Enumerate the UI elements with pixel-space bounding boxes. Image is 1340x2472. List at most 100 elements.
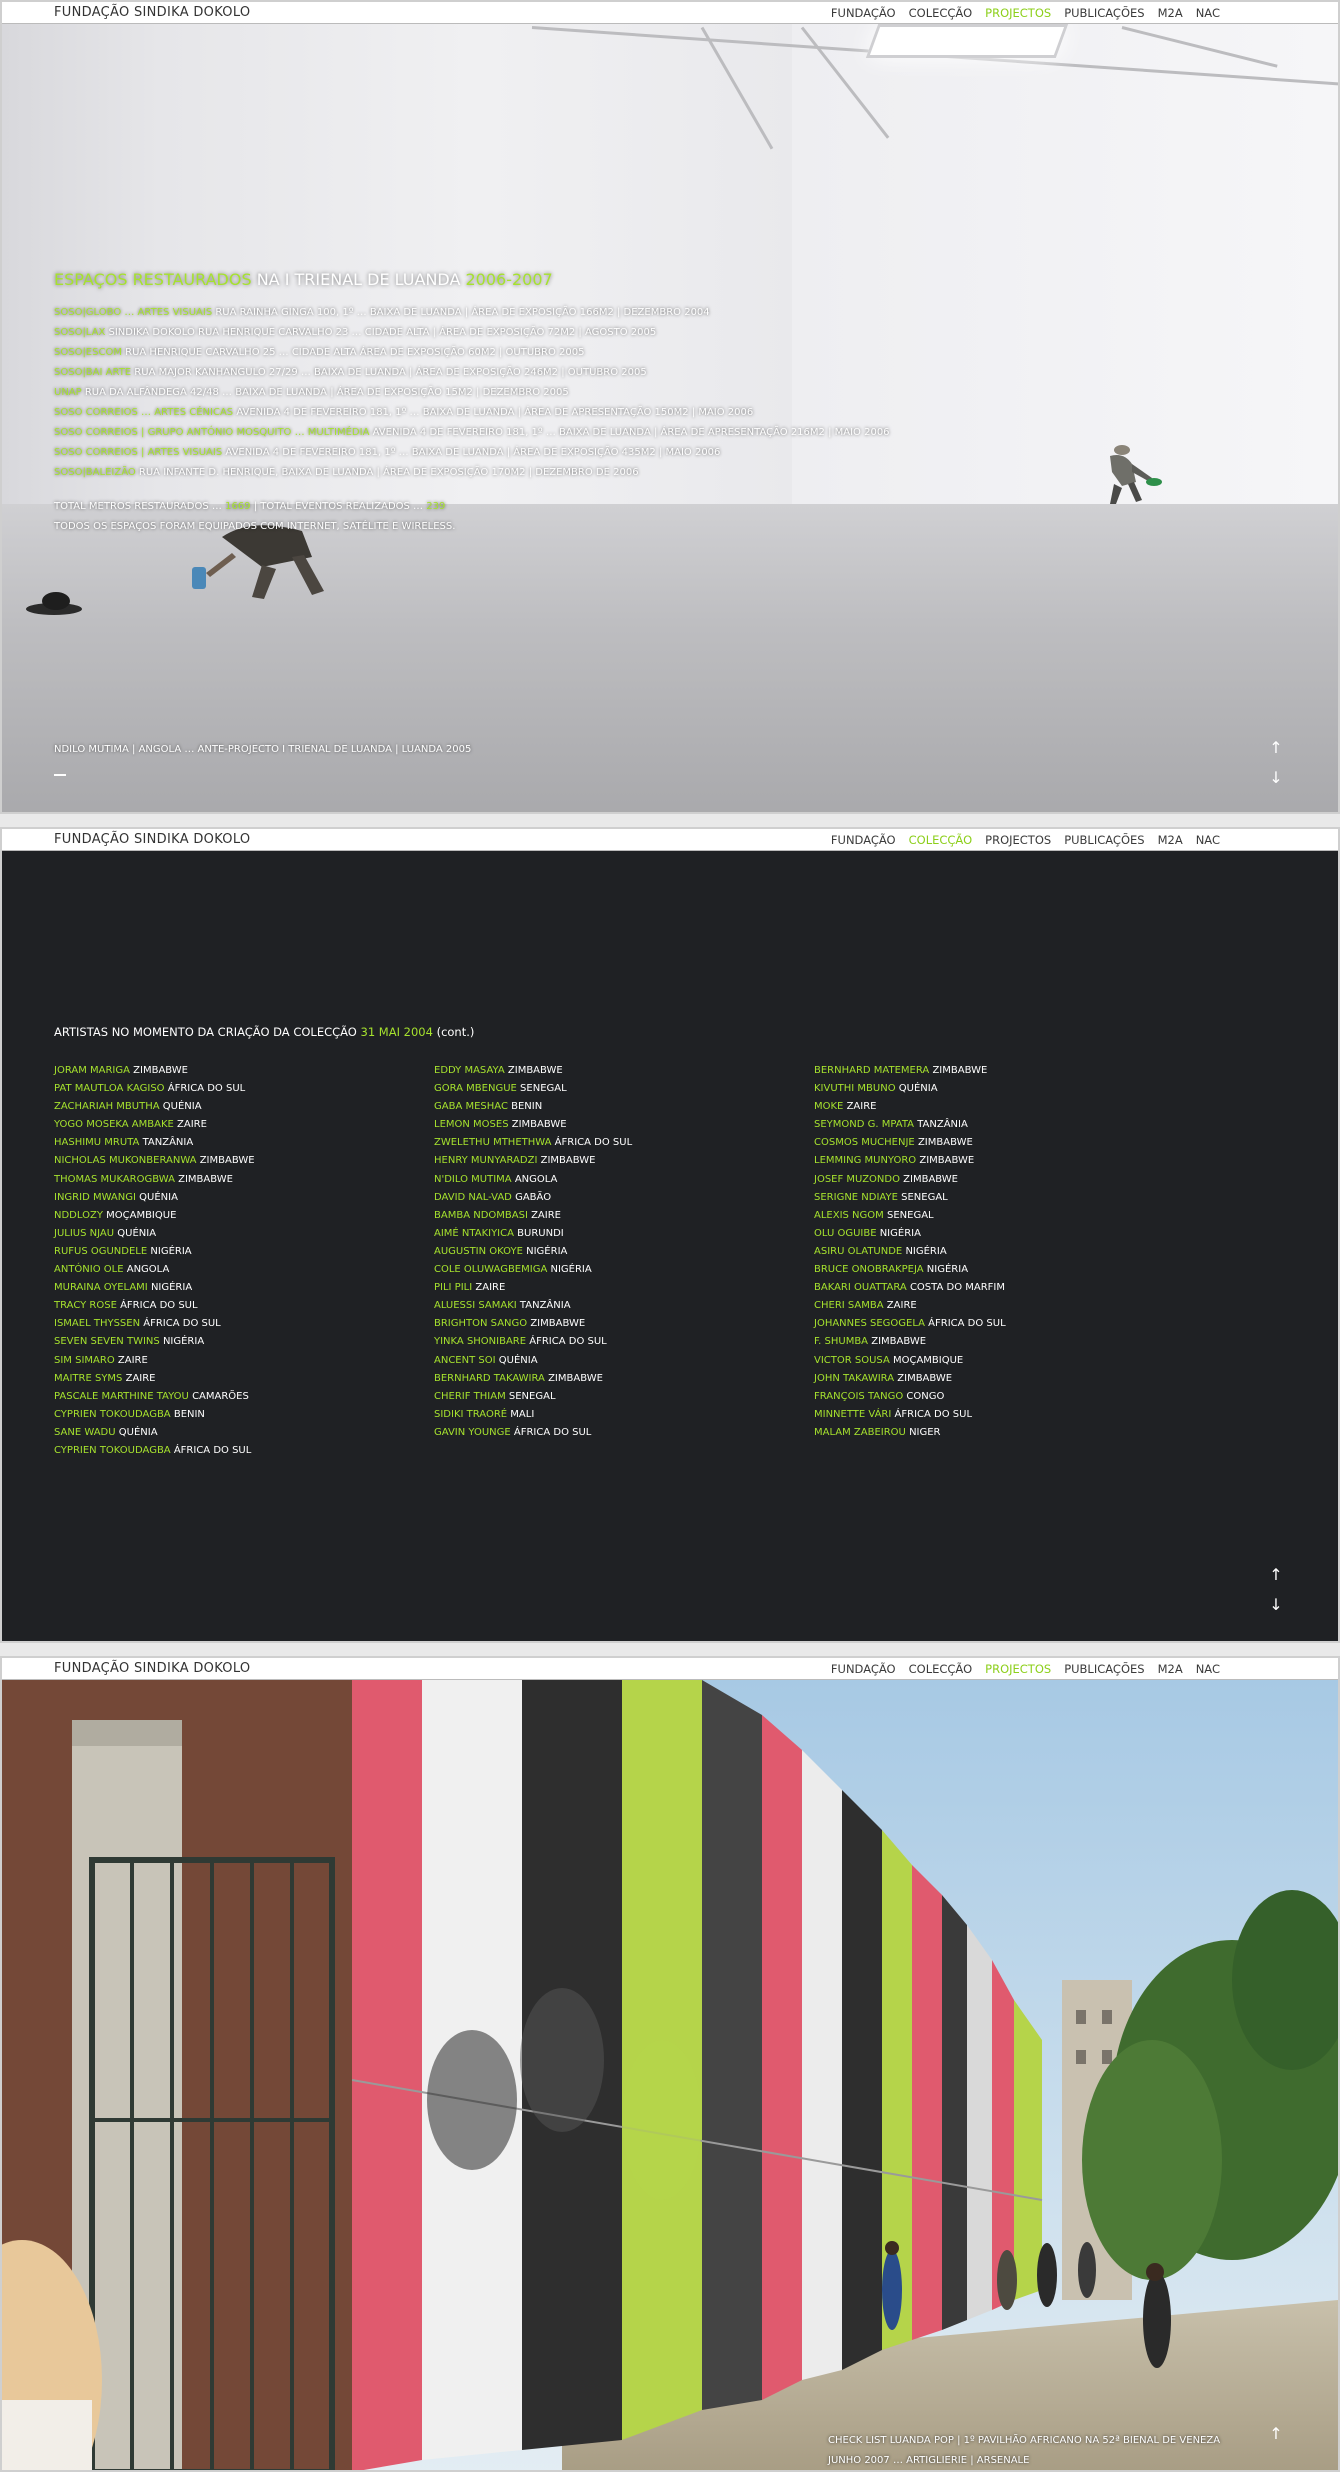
artist-name[interactable]: JULIUS NJAU — [54, 1228, 114, 1239]
nav-item-projectos[interactable]: PROJECTOS — [985, 833, 1051, 847]
space-name[interactable]: SOSO|ESCOM — [54, 347, 122, 358]
artist-name[interactable]: N'DILO MUTIMA — [434, 1174, 512, 1185]
artist-name[interactable]: JORAM MARIGA — [54, 1065, 130, 1076]
artist-name[interactable]: BRUCE ONOBRAKPEJA — [814, 1264, 924, 1275]
artist-name[interactable]: AIMÉ NTAKIYICA — [434, 1228, 514, 1239]
artist-name[interactable]: MURAINA OYELAMI — [54, 1282, 148, 1293]
nav-item-coleccao[interactable]: COLECÇÃO — [909, 833, 973, 847]
space-name[interactable]: SOSO|BAI ARTE — [54, 367, 131, 378]
space-name[interactable]: SOSO|BALEIZÃO — [54, 467, 136, 478]
nav-item-fundacao[interactable]: FUNDAÇÃO — [831, 1662, 896, 1676]
artist-name[interactable]: CYPRIEN TOKOUDAGBA — [54, 1445, 171, 1456]
arrow-up-icon[interactable]: ↑ — [1266, 2424, 1286, 2444]
nav-item-nac[interactable]: NAC — [1196, 1662, 1220, 1676]
artist-name[interactable]: HASHIMU MRUTA — [54, 1137, 139, 1148]
artist-name[interactable]: GABA MESHAC — [434, 1101, 508, 1112]
space-name[interactable]: SOSO|GLOBO … ARTES VISUAIS — [54, 307, 212, 318]
nav-item-coleccao[interactable]: COLECÇÃO — [909, 6, 973, 20]
artist-name[interactable]: MOKE — [814, 1101, 843, 1112]
artist-name[interactable]: MINNETTE VÁRI — [814, 1409, 891, 1420]
artist-name[interactable]: BERNHARD MATEMERA — [814, 1065, 929, 1076]
artist-name[interactable]: SIDIKI TRAORÉ — [434, 1409, 507, 1420]
artist-name[interactable]: CHERI SAMBA — [814, 1300, 884, 1311]
nav-item-fundacao[interactable]: FUNDAÇÃO — [831, 6, 896, 20]
artist-name[interactable]: GORA MBENGUE — [434, 1083, 517, 1094]
artist-name[interactable]: TRACY ROSE — [54, 1300, 117, 1311]
brand-logo[interactable]: FUNDAÇÃO SINDIKA DOKOLO — [54, 832, 250, 847]
nav-item-nac[interactable]: NAC — [1196, 833, 1220, 847]
space-name[interactable]: UNAP — [54, 387, 82, 398]
artist-name[interactable]: ISMAEL THYSSEN — [54, 1318, 140, 1329]
slide-indicator[interactable] — [54, 774, 66, 776]
nav-item-publicacoes[interactable]: PUBLICAÇÕES — [1064, 1662, 1144, 1676]
artist-name[interactable]: MALAM ZABEIROU — [814, 1427, 906, 1438]
nav-item-projectos[interactable]: PROJECTOS — [985, 6, 1051, 20]
artist-name[interactable]: ZWELETHU MTHETHWA — [434, 1137, 551, 1148]
artist-name[interactable]: BRIGHTON SANGO — [434, 1318, 527, 1329]
artist-name[interactable]: ZACHARIAH MBUTHA — [54, 1101, 160, 1112]
artist-name[interactable]: CYPRIEN TOKOUDAGBA — [54, 1409, 171, 1420]
artist-name[interactable]: INGRID MWANGI — [54, 1192, 136, 1203]
nav-item-fundacao[interactable]: FUNDAÇÃO — [831, 833, 896, 847]
artist-name[interactable]: SERIGNE NDIAYE — [814, 1192, 898, 1203]
artist-name[interactable]: OLU OGUIBE — [814, 1228, 877, 1239]
arrow-up-icon[interactable]: ↑ — [1266, 738, 1286, 758]
artist-name[interactable]: SEVEN SEVEN TWINS — [54, 1336, 160, 1347]
space-name[interactable]: SOSO CORREIOS | GRUPO ANTÓNIO MOSQUITO …… — [54, 427, 369, 438]
artist-name[interactable]: GAVIN YOUNGE — [434, 1427, 511, 1438]
artist-name[interactable]: NDDLOZY — [54, 1210, 103, 1221]
brand-logo[interactable]: FUNDAÇÃO SINDIKA DOKOLO — [54, 5, 250, 20]
arrow-up-icon[interactable]: ↑ — [1266, 1565, 1286, 1585]
nav-item-coleccao[interactable]: COLECÇÃO — [909, 1662, 973, 1676]
artist-name[interactable]: NICHOLAS MUKONBERANWA — [54, 1155, 197, 1166]
nav-item-nac[interactable]: NAC — [1196, 6, 1220, 20]
space-name[interactable]: SOSO CORREIOS … ARTES CÉNICAS — [54, 407, 233, 418]
artist-name[interactable]: SIM SIMARO — [54, 1355, 115, 1366]
artist-name[interactable]: MAITRE SYMS — [54, 1373, 122, 1384]
artist-name[interactable]: ALUESSI SAMAKI — [434, 1300, 517, 1311]
artist-name[interactable]: JOHN TAKAWIRA — [814, 1373, 894, 1384]
artist-name[interactable]: DAVID NAL-VAD — [434, 1192, 512, 1203]
artist-name[interactable]: BAKARI OUATTARA — [814, 1282, 907, 1293]
artist-name[interactable]: JOSEF MUZONDO — [814, 1174, 900, 1185]
space-name[interactable]: SOSO|LAX — [54, 327, 105, 338]
artist-name[interactable]: HENRY MUNYARADZI — [434, 1155, 537, 1166]
artist-name[interactable]: PASCALE MARTHINE TAYOU — [54, 1391, 189, 1402]
nav-item-publicacoes[interactable]: PUBLICAÇÕES — [1064, 6, 1144, 20]
nav-item-projectos[interactable]: PROJECTOS — [985, 1662, 1051, 1676]
artist-name[interactable]: EDDY MASAYA — [434, 1065, 505, 1076]
nav-item-m2a[interactable]: M2A — [1158, 833, 1183, 847]
artist-name[interactable]: LEMMING MUNYORO — [814, 1155, 916, 1166]
artist-name[interactable]: BAMBA NDOMBASI — [434, 1210, 528, 1221]
artist-name[interactable]: SEYMOND G. MPATA — [814, 1119, 914, 1130]
artist-name[interactable]: AUGUSTIN OKOYE — [434, 1246, 523, 1257]
artist-name[interactable]: ANTÓNIO OLE — [54, 1264, 124, 1275]
artist-name[interactable]: COLE OLUWAGBEMIGA — [434, 1264, 547, 1275]
arrow-down-icon[interactable]: ↓ — [1266, 768, 1286, 788]
artist-name[interactable]: ASIRU OLATUNDE — [814, 1246, 902, 1257]
space-name[interactable]: SOSO CORREIOS | ARTES VISUAIS — [54, 447, 222, 458]
artist-name[interactable]: LEMON MOSES — [434, 1119, 509, 1130]
artist-name[interactable]: CHERIF THIAM — [434, 1391, 506, 1402]
artist-name[interactable]: JOHANNES SEGOGELA — [814, 1318, 925, 1329]
nav-item-publicacoes[interactable]: PUBLICAÇÕES — [1064, 833, 1144, 847]
artist-name[interactable]: FRANÇOIS TANGO — [814, 1391, 903, 1402]
brand-logo[interactable]: FUNDAÇÃO SINDIKA DOKOLO — [54, 1661, 250, 1676]
artist-name[interactable]: COSMOS MUCHENJE — [814, 1137, 915, 1148]
arrow-down-icon[interactable]: ↓ — [1266, 1595, 1286, 1615]
nav-item-m2a[interactable]: M2A — [1158, 6, 1183, 20]
artist-name[interactable]: KIVUTHI MBUNO — [814, 1083, 896, 1094]
artist-name[interactable]: PAT MAUTLOA KAGISO — [54, 1083, 165, 1094]
artist-name[interactable]: F. SHUMBA — [814, 1336, 868, 1347]
nav-item-m2a[interactable]: M2A — [1158, 1662, 1183, 1676]
artist-name[interactable]: ALEXIS NGOM — [814, 1210, 884, 1221]
artist-name[interactable]: RUFUS OGUNDELE — [54, 1246, 147, 1257]
artist-name[interactable]: SANE WADU — [54, 1427, 116, 1438]
artist-name[interactable]: YOGO MOSEKA AMBAKE — [54, 1119, 174, 1130]
artist-name[interactable]: ANCENT SOI — [434, 1355, 496, 1366]
artist-name[interactable]: VICTOR SOUSA — [814, 1355, 890, 1366]
artist-name[interactable]: YINKA SHONIBARE — [434, 1336, 526, 1347]
artist-name[interactable]: BERNHARD TAKAWIRA — [434, 1373, 545, 1384]
artist-name[interactable]: PILI PILI — [434, 1282, 472, 1293]
artist-name[interactable]: THOMAS MUKAROGBWA — [54, 1174, 175, 1185]
